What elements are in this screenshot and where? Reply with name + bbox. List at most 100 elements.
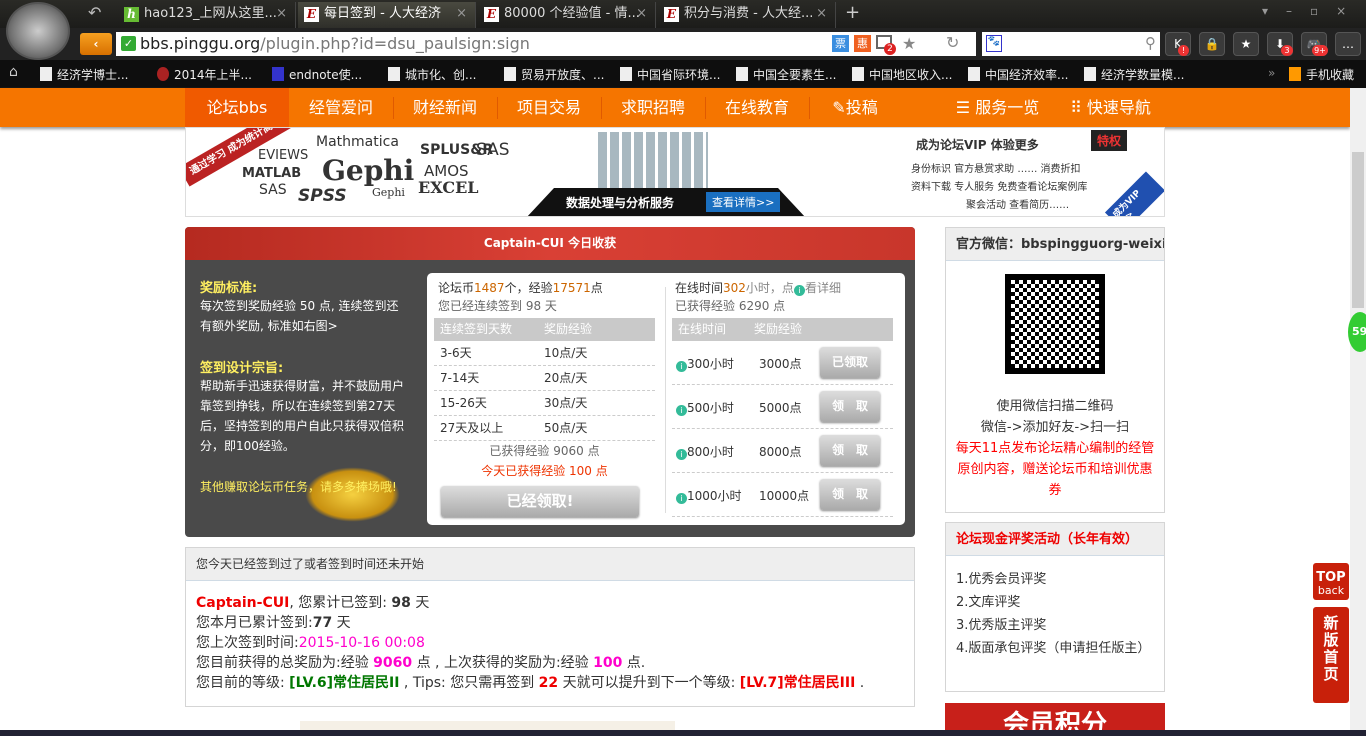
bookmark[interactable]: 经济学博士... <box>40 66 128 83</box>
award-link[interactable]: 4.版面承包评奖（申请担任版主） <box>956 637 1154 660</box>
bookmark[interactable]: 中国全要素生... <box>736 66 836 83</box>
bookmark-label: 2014年上半... <box>174 68 252 82</box>
close-icon[interactable]: × <box>276 2 287 26</box>
tool-label: SPSS <box>298 186 347 206</box>
tab-exp[interactable]: E 80000 个经验值 - 情... × <box>478 2 656 28</box>
undo-close-tab-icon[interactable]: ↶ <box>88 3 101 22</box>
award-box: 论坛现金评奖活动（长年有效） 1.优秀会员评奖 2.文库评奖 3.优秀版主评奖 … <box>945 522 1165 692</box>
bookmark[interactable]: 经济学数量模... <box>1084 66 1184 83</box>
nav-trade[interactable]: 项目交易 <box>497 88 601 127</box>
alert-badge: ! <box>1178 45 1189 56</box>
home-icon[interactable]: ⌂ <box>9 64 18 80</box>
window-controls[interactable]: ▾–▫× <box>1262 4 1364 18</box>
member-points-banner[interactable]: 会员积分 <box>945 703 1165 733</box>
nav-submit[interactable]: ✎投稿 <box>825 88 885 127</box>
more-bookmarks-icon[interactable]: » <box>1268 66 1275 80</box>
url-input[interactable]: ✓ bbs.pinggu.org/plugin.php?id=dsu_paulsi… <box>116 32 976 56</box>
lock-button[interactable]: 🔒 <box>1199 32 1225 56</box>
tab-label: hao123_上网从这里... <box>144 6 277 21</box>
bookmark[interactable]: 中国省际环境... <box>620 66 720 83</box>
tab-daily-sign[interactable]: E 每日签到 - 人大经济 × <box>298 2 476 28</box>
wechat-text: 使用微信扫描二维码 微信->添加好友->扫一扫 每天11点发布论坛精心编制的经管原… <box>946 396 1164 501</box>
star-icon[interactable]: ★ <box>902 32 916 56</box>
online-line: 在线时间302小时，点 i 看详细 <box>675 281 841 296</box>
nav-education[interactable]: 在线教育 <box>705 88 809 127</box>
bookmark[interactable]: endnote使... <box>272 66 362 83</box>
speed-badge[interactable]: 59 <box>1348 312 1366 352</box>
table-row: 27天及以上 50点/天 <box>434 416 655 441</box>
claimed-button[interactable]: 已经领取! <box>441 486 639 517</box>
favorites-button[interactable]: ★ <box>1233 32 1259 56</box>
new-tab-button[interactable]: + <box>845 2 860 23</box>
sign-status: 您今天已经签到过了或者签到时间还未开始 Captain-CUI, 您累计已签到:… <box>185 547 915 707</box>
ticket-icon[interactable]: 票 <box>832 35 849 52</box>
vip-line: 资料下载 专人服务 免费查看论坛案例库 <box>911 182 1088 193</box>
other-tasks-link[interactable]: 其他赚取论坛币任务，请多多捧场哦! <box>200 478 397 495</box>
online-row: i 300小时 3000点 已领取 <box>672 341 893 385</box>
bookmark-label: 中国地区收入... <box>869 68 953 82</box>
search-icon[interactable]: ⚲ <box>1145 34 1156 52</box>
tab-hao123[interactable]: h hao123_上网从这里... × <box>118 2 296 28</box>
claim-button[interactable]: 领 取 <box>820 479 880 510</box>
details-button[interactable]: 查看详情>> <box>706 192 781 212</box>
new-home-button[interactable]: 新版首页 <box>1313 607 1349 703</box>
nav-bbs[interactable]: 论坛bbs <box>185 88 289 127</box>
refresh-icon[interactable]: ↻ <box>946 31 959 55</box>
close-icon[interactable]: × <box>816 2 827 26</box>
download-badge: 3 <box>1281 45 1293 56</box>
bar-graphic <box>598 132 708 188</box>
streak-table: 连续签到天数 奖励经验 3-6天 10点/天 7-14天 20点/天 15-26天 30… <box>434 318 655 441</box>
tab-label: 80000 个经验值 - 情... <box>504 6 640 21</box>
taskbar <box>0 730 1366 736</box>
online-table: i 300小时 3000点 已领取 i 500小时 5000点领 取 i 800小时 8000… <box>672 341 893 517</box>
mobile-favorites[interactable]: 手机收藏 <box>1289 66 1354 83</box>
table-row: 7-14天 20点/天 <box>434 366 655 391</box>
back-to-top-button[interactable]: TOP back <box>1313 563 1349 600</box>
nav-jobs[interactable]: 求职招聘 <box>601 88 705 127</box>
claim-button[interactable]: 领 取 <box>820 391 880 422</box>
menu-button[interactable]: … <box>1335 32 1361 56</box>
bookmark[interactable]: 2014年上半... <box>157 66 252 83</box>
reward-summary: 论坛币1487个，经验17571点 您已经连续签到 98 天 连续签到天数 奖励经… <box>427 273 905 525</box>
site-icon: E <box>484 7 499 22</box>
back-button[interactable]: ‹ <box>80 33 112 55</box>
bookmark-label: 中国全要素生... <box>753 68 837 82</box>
site-icon: E <box>664 7 679 22</box>
detail-link[interactable]: 看详细 <box>805 281 841 295</box>
nav-quick[interactable]: ⠿ 快速导航 <box>1063 88 1158 127</box>
table-row: 15-26天 30点/天 <box>434 391 655 416</box>
bookmark[interactable]: 贸易开放度、... <box>504 66 604 83</box>
baidu-icon[interactable]: 🐾 <box>986 35 1002 52</box>
scrollbar-thumb[interactable] <box>1352 152 1364 308</box>
info-icon: i <box>676 449 687 460</box>
close-icon[interactable]: × <box>456 2 467 26</box>
bookmark-label: endnote使... <box>289 68 363 82</box>
claim-button[interactable]: 领 取 <box>820 435 880 466</box>
url-path: /plugin.php?id=dsu_paulsign:sign <box>260 34 530 53</box>
close-icon[interactable]: × <box>636 2 647 26</box>
design-title: 签到设计宗旨: <box>200 361 284 376</box>
deal-icon[interactable]: 惠 <box>854 35 871 52</box>
sign-panel: Captain-CUI 今日收获 奖励标准: 每次签到奖励经验 50 点, 连续… <box>185 227 915 537</box>
info-icon: i <box>676 493 687 504</box>
bookmark-label: 中国经济效率... <box>985 68 1069 82</box>
list-icon: ☰ <box>955 98 976 117</box>
reward-text: 每次签到奖励经验 50 点, 连续签到还有额外奖励, 标准如右图> <box>200 299 399 333</box>
sign-panel-title: Captain-CUI 今日收获 <box>185 227 915 260</box>
bookmark[interactable]: 中国地区收入... <box>852 66 952 83</box>
nav-services[interactable]: ☰ 服务一览 <box>950 88 1045 127</box>
bookmark[interactable]: 中国经济效率... <box>968 66 1068 83</box>
search-input[interactable]: 🐾 ⚲ <box>982 32 1160 56</box>
claim-button[interactable]: 已领取 <box>820 347 880 378</box>
award-link[interactable]: 1.优秀会员评奖 <box>956 568 1154 591</box>
award-link[interactable]: 2.文库评奖 <box>956 591 1154 614</box>
vip-line: 身份标识 官方悬赏求助 …… 消费折扣 <box>911 164 1081 175</box>
tab-points[interactable]: E 积分与消费 - 人大经... × <box>658 2 836 28</box>
user-avatar[interactable] <box>6 2 70 60</box>
nav-news[interactable]: 财经新闻 <box>393 88 497 127</box>
ad-banner[interactable]: 通过学习 成为统计高手 Mathmatica EVIEWS Gephi SPLU… <box>185 127 1165 217</box>
pencil-icon: ✎ <box>832 98 846 117</box>
award-link[interactable]: 3.优秀版主评奖 <box>956 614 1154 637</box>
nav-ask[interactable]: 经管爱问 <box>289 88 393 127</box>
bookmark[interactable]: 城市化、创... <box>388 66 476 83</box>
